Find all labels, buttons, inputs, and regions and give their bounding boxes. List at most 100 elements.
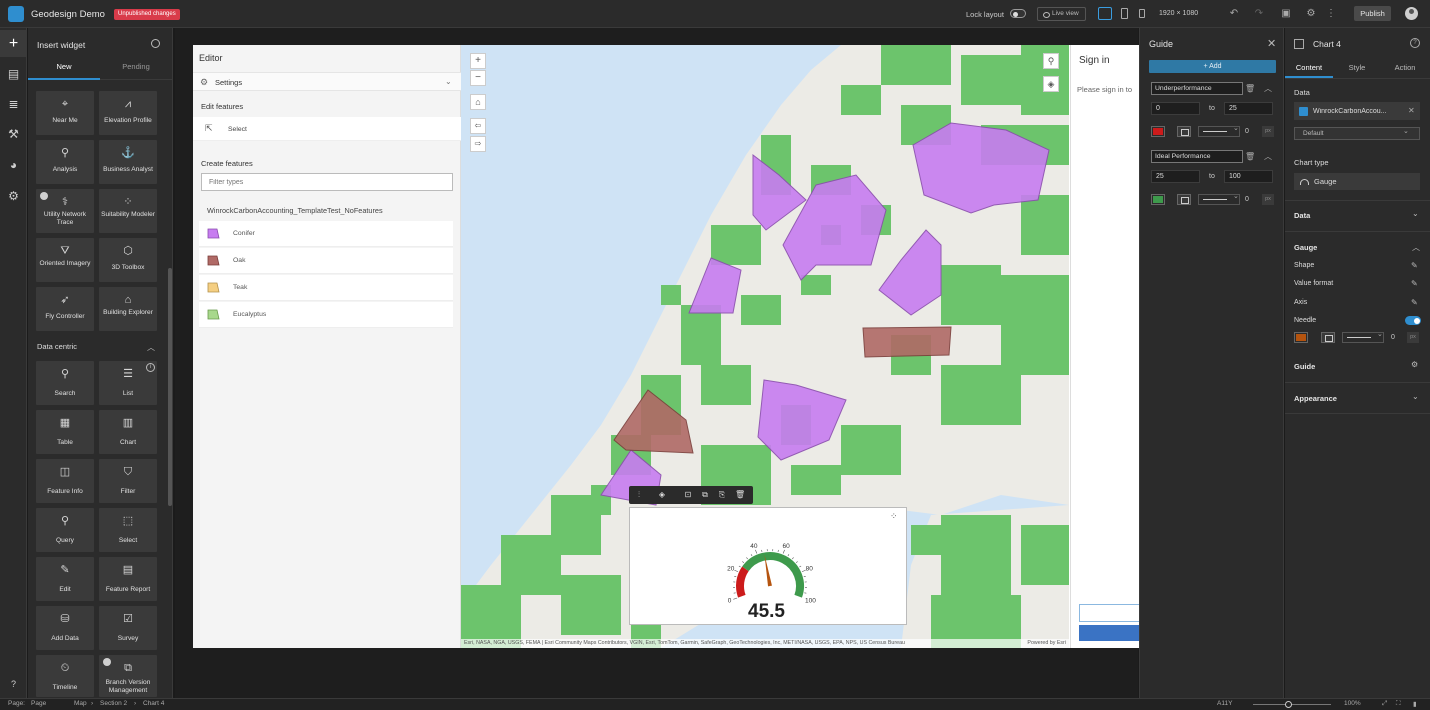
tablet-device-icon[interactable] — [1121, 8, 1128, 19]
chevron-up-icon[interactable]: ︿ — [147, 342, 155, 353]
widget-table[interactable]: ▦ Table — [36, 410, 94, 454]
widget-suitability-modeler[interactable]: ⁘ Suitability Modeler — [99, 189, 157, 233]
template-eucalyptus[interactable]: Eucalyptus — [199, 302, 453, 328]
duplicate-icon[interactable]: ⧉ — [700, 490, 710, 500]
chevron-up-icon[interactable]: ︿ — [1412, 242, 1420, 253]
select-tool[interactable]: ⇱ Select — [193, 117, 461, 141]
panel-scrollbar[interactable] — [168, 268, 172, 506]
datasource-view-select[interactable]: Default — [1294, 127, 1420, 140]
redo-icon[interactable]: ↷ — [1253, 8, 1265, 20]
template-teak[interactable]: Teak — [199, 275, 453, 301]
guide-to-input[interactable]: 25 — [1224, 102, 1273, 115]
copy-icon[interactable]: ⎘ — [717, 490, 727, 500]
widget-select[interactable]: ⬚ Select — [99, 508, 157, 552]
guide-color-swatch[interactable] — [1151, 194, 1165, 205]
tab-action[interactable]: Action — [1381, 63, 1429, 78]
chevron-up-icon[interactable]: ︿ — [1264, 151, 1272, 162]
close-icon[interactable]: ✕ — [1408, 106, 1415, 115]
add-guide-button[interactable]: + Add — [1149, 60, 1276, 73]
chart-type-select[interactable]: Gauge — [1294, 173, 1420, 190]
chart-4-widget[interactable]: ⁘ 0 20 40 60 80 100 45.5 — [629, 507, 907, 625]
delete-icon[interactable]: 🗑 — [735, 490, 745, 500]
chevron-down-icon[interactable]: ⌄ — [1412, 392, 1419, 401]
template-conifer[interactable]: Conifer — [199, 221, 453, 247]
widget-branch-version-management[interactable]: ⧉ Branch Version Management — [99, 655, 157, 697]
trash-icon[interactable]: 🗑 — [1245, 84, 1255, 93]
lock-icon[interactable]: ⊡ — [683, 490, 693, 500]
needle-toggle[interactable] — [1405, 316, 1421, 325]
widget-list[interactable]: i ☰ List — [99, 361, 157, 405]
widget-query[interactable]: ⚲ Query — [36, 508, 94, 552]
tab-new[interactable]: New — [28, 62, 100, 80]
section-appearance[interactable]: Appearance — [1294, 394, 1337, 403]
tab-style[interactable]: Style — [1333, 63, 1381, 78]
live-view-button[interactable]: Live view — [1037, 7, 1086, 21]
widget-feature-report[interactable]: ▤ Feature Report — [99, 557, 157, 601]
widget-near-me[interactable]: ⌖ Near Me — [36, 91, 94, 135]
gear-icon[interactable]: ⚙ — [1305, 8, 1317, 20]
widget-building-explorer[interactable]: ⌂ Building Explorer — [99, 287, 157, 331]
page-select[interactable]: Page — [31, 700, 46, 707]
outline-style-icon[interactable] — [1177, 194, 1191, 205]
a11y-button[interactable]: A11Y — [1217, 700, 1232, 707]
avatar[interactable] — [1405, 7, 1418, 20]
map-search-icon[interactable]: ⚲ — [1043, 53, 1059, 69]
resolution-select[interactable]: 1920 × 1080 — [1159, 10, 1198, 17]
fit-icon[interactable]: ⤢ — [1382, 700, 1387, 708]
pencil-icon[interactable]: ✎ — [1411, 298, 1418, 307]
breadcrumb-chart[interactable]: Chart 4 — [143, 700, 164, 707]
drag-handle-icon[interactable]: ⁘ — [890, 511, 898, 522]
breadcrumb-map[interactable]: Map — [74, 700, 87, 707]
theme-icon[interactable]: ◕ — [0, 152, 27, 179]
filter-types-input[interactable] — [201, 173, 453, 191]
widget-business-analyst[interactable]: ⚓ Business Analyst — [99, 140, 157, 184]
zoom-out-button[interactable]: − — [470, 70, 486, 86]
widget-feature-info[interactable]: ◫ Feature Info — [36, 459, 94, 503]
widget-chart[interactable]: ▥ Chart — [99, 410, 157, 454]
widget-survey[interactable]: ☑ Survey — [99, 606, 157, 650]
home-icon[interactable]: ⌂ — [470, 94, 486, 110]
widget-fly-controller[interactable]: ➶ Fly Controller — [36, 287, 94, 331]
data-icon[interactable]: ≣ — [0, 91, 27, 118]
undo-icon[interactable]: ↶ — [1228, 8, 1240, 20]
save-icon[interactable]: ▣ — [1280, 8, 1292, 20]
guide-from-input[interactable]: 0 — [1151, 102, 1200, 115]
help-icon[interactable]: ? — [1410, 38, 1420, 48]
desktop-device-icon[interactable] — [1098, 7, 1112, 20]
outline-style-icon[interactable] — [1177, 126, 1191, 137]
widget-oriented-imagery[interactable]: ⛛ Oriented Imagery — [36, 238, 94, 282]
layers-arrange-icon[interactable]: ◈ — [657, 490, 667, 500]
zoom-value[interactable]: 100% — [1344, 700, 1361, 707]
line-width-value[interactable]: 0 — [1245, 128, 1249, 135]
pencil-icon[interactable]: ✎ — [1411, 261, 1418, 270]
template-oak[interactable]: Oak — [199, 248, 453, 274]
sign-in-button[interactable] — [1079, 625, 1139, 641]
page-icon[interactable]: ▤ — [0, 61, 27, 88]
chevron-up-icon[interactable]: ︿ — [1264, 83, 1272, 94]
needle-color-swatch[interactable] — [1294, 332, 1308, 343]
next-extent-icon[interactable]: ⇨ — [470, 136, 486, 152]
sign-in-input[interactable] — [1079, 604, 1139, 622]
needle-width-value[interactable]: 0 — [1391, 334, 1395, 341]
insert-widget-icon[interactable]: + — [0, 30, 27, 57]
widget-timeline[interactable]: ⏲ Timeline — [36, 655, 94, 697]
close-icon[interactable]: ✕ — [1267, 37, 1276, 50]
line-style-select[interactable] — [1342, 330, 1384, 343]
lock-layout-toggle[interactable] — [1010, 9, 1026, 18]
line-style-select[interactable] — [1198, 192, 1240, 205]
guide-from-input[interactable]: 25 — [1151, 170, 1200, 183]
widget-filter[interactable]: ⛉ Filter — [99, 459, 157, 503]
previous-extent-icon[interactable]: ⇦ — [470, 118, 486, 134]
zoom-slider[interactable] — [1253, 704, 1331, 705]
search-icon[interactable] — [151, 39, 160, 48]
info-icon[interactable]: i — [146, 363, 155, 372]
oak-polygon[interactable] — [862, 326, 952, 358]
wrench-icon[interactable]: ⚒ — [0, 121, 27, 148]
widget-add-data[interactable]: ⛁ Add Data — [36, 606, 94, 650]
widget-utility-network-trace[interactable]: ⚕ Utility Network Trace — [36, 189, 94, 233]
fullscreen-icon[interactable]: ⛶ — [1396, 700, 1401, 708]
section-guide[interactable]: Guide — [1294, 362, 1315, 371]
section-gauge[interactable]: Gauge — [1294, 243, 1317, 252]
line-style-select[interactable] — [1198, 124, 1240, 137]
chevron-down-icon[interactable]: ⌄ — [1412, 209, 1419, 218]
